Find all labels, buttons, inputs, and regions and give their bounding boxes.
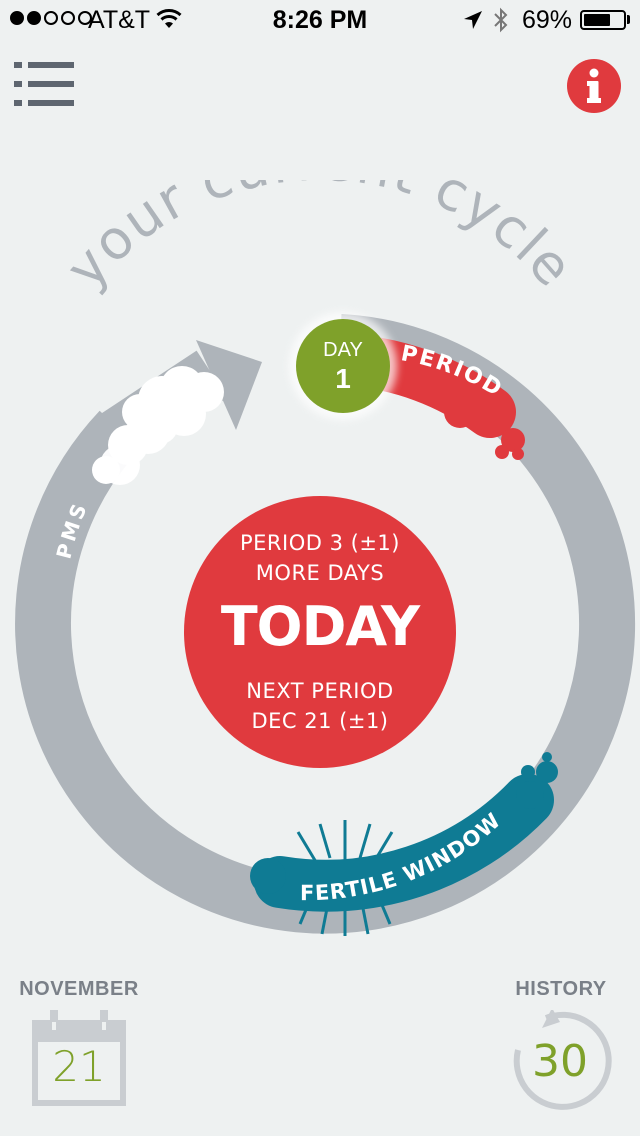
info-icon (567, 59, 621, 113)
today-summary[interactable]: PERIOD 3 (±1) MORE DAYS TODAY NEXT PERIO… (184, 500, 456, 764)
battery-cap (627, 15, 630, 24)
day-label: DAY (323, 339, 363, 361)
location-arrow-icon (464, 11, 482, 29)
status-bar: AT&T 8:26 PM 69% (0, 0, 640, 40)
month-label: NOVEMBER (19, 978, 139, 1000)
info-button[interactable] (566, 58, 622, 114)
list-icon (14, 62, 74, 106)
battery-fill (584, 14, 611, 26)
history-value: 30 (532, 1036, 588, 1087)
day-number: 1 (335, 363, 351, 394)
next-period: NEXT PERIOD DEC 21 (±1) (246, 679, 394, 733)
history-label: HISTORY (515, 978, 607, 1000)
menu-button[interactable] (14, 60, 76, 110)
today-headline: TODAY (220, 595, 420, 658)
battery-percent: 69% (522, 6, 573, 34)
bluetooth-icon (494, 7, 508, 33)
battery-icon (580, 10, 626, 30)
day-badge: DAY 1 (296, 319, 390, 413)
calendar-day: 21 (52, 1042, 106, 1091)
cycle-title: your current cycle (54, 180, 587, 300)
period-remaining: PERIOD 3 (±1) MORE DAYS (240, 531, 400, 585)
